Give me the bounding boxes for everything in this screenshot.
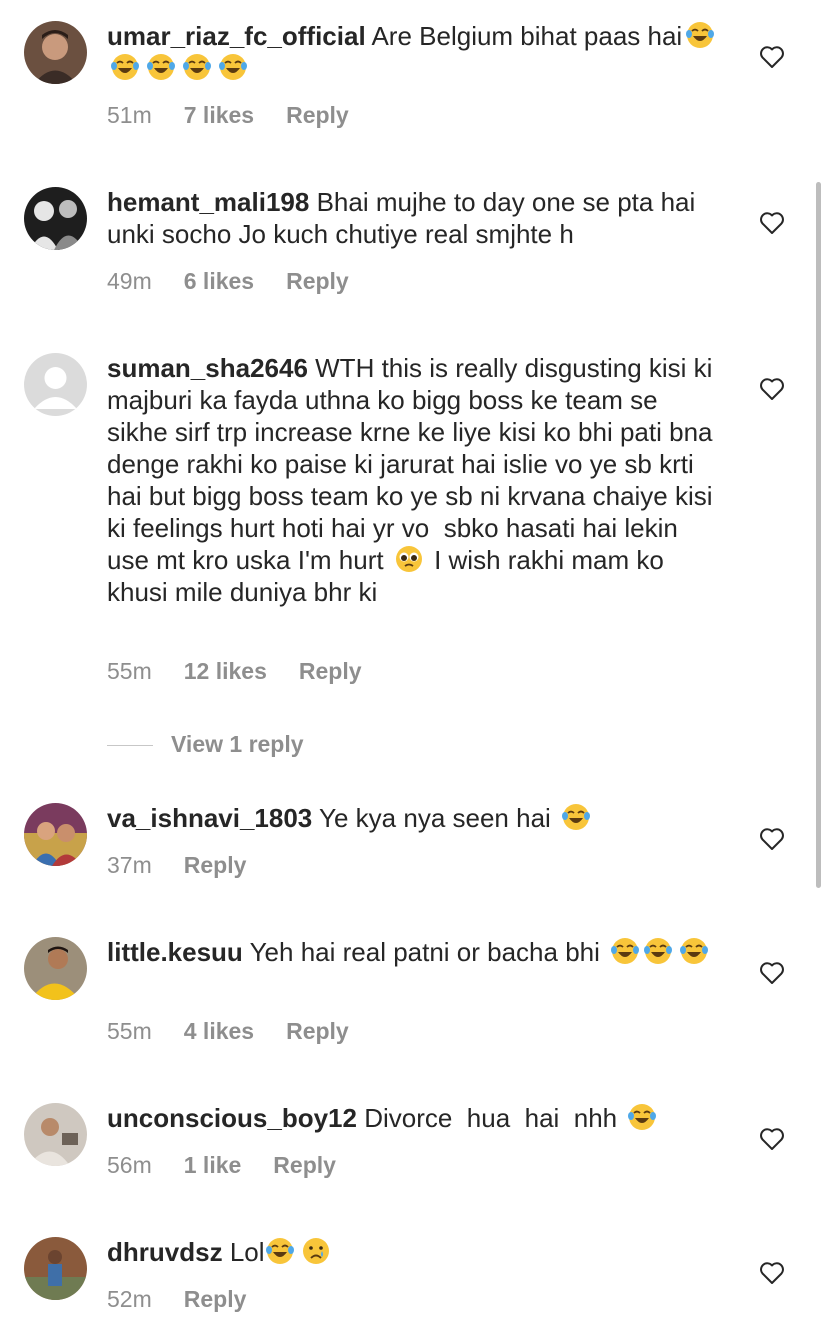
laughing-tears-emoji-icon: [679, 936, 709, 966]
laughing-tears-emoji-icon: [610, 936, 640, 966]
comment-username[interactable]: hemant_mali198: [107, 187, 309, 217]
comment-time: 49m: [107, 268, 152, 294]
like-heart-icon[interactable]: [759, 377, 785, 401]
comment-text: unconscious_boy12 Divorce hua hai nhh: [107, 1102, 719, 1134]
avatar[interactable]: [24, 187, 87, 250]
comment-time: 52m: [107, 1286, 152, 1312]
comment-username[interactable]: suman_sha2646: [107, 353, 308, 383]
like-heart-icon[interactable]: [759, 1127, 785, 1151]
reply-button[interactable]: Reply: [286, 102, 349, 128]
likes-count[interactable]: 4 likes: [184, 1018, 254, 1044]
laughing-tears-emoji-icon: [146, 52, 176, 82]
comment-time: 55m: [107, 1018, 152, 1044]
view-replies-label: View 1 reply: [171, 731, 304, 757]
laughing-tears-emoji-icon: [627, 1102, 657, 1132]
comment-meta: 37m Reply: [107, 850, 278, 880]
laughing-tears-emoji-icon: [685, 20, 715, 50]
reply-button[interactable]: Reply: [286, 268, 349, 294]
comment-time: 51m: [107, 102, 152, 128]
view-replies-button[interactable]: View 1 reply: [107, 728, 304, 760]
laughing-tears-emoji-icon: [561, 802, 591, 832]
comment-text: suman_sha2646 WTH this is really disgust…: [107, 352, 719, 608]
avatar[interactable]: [24, 353, 87, 416]
comment-username[interactable]: unconscious_boy12: [107, 1103, 357, 1133]
comment-body: Divorce hua hai nhh: [364, 1103, 618, 1133]
comment-time: 55m: [107, 658, 152, 684]
avatar[interactable]: [24, 21, 87, 84]
reply-button[interactable]: Reply: [273, 1152, 336, 1178]
like-heart-icon[interactable]: [759, 45, 785, 69]
comment-body: Lol: [229, 1237, 265, 1267]
comment-text: hemant_mali198 Bhai mujhe to day one se …: [107, 186, 719, 250]
laughing-tears-emoji-icon: [182, 52, 212, 82]
laughing-tears-emoji-icon: [110, 52, 140, 82]
like-heart-icon[interactable]: [759, 827, 785, 851]
likes-count[interactable]: 7 likes: [184, 102, 254, 128]
comment-meta: 51m 7 likes Reply: [107, 100, 381, 130]
comment-text: dhruvdsz Lol: [107, 1236, 719, 1268]
reply-button[interactable]: Reply: [184, 1286, 247, 1312]
comment-meta: 56m 1 like Reply: [107, 1150, 368, 1180]
view-replies-divider: [107, 745, 153, 747]
like-heart-icon[interactable]: [759, 961, 785, 985]
laughing-tears-emoji-icon: [265, 1236, 295, 1266]
reply-button[interactable]: Reply: [184, 852, 247, 878]
comment-text: little.kesuu Yeh hai real patni or bacha…: [107, 936, 719, 968]
comment-username[interactable]: umar_riaz_fc_official: [107, 21, 366, 51]
comment-text: umar_riaz_fc_official Are Belgium bihat …: [107, 20, 719, 84]
comment-body: Yeh hai real patni or bacha bhi: [249, 937, 600, 967]
avatar[interactable]: [24, 937, 87, 1000]
comment-body: WTH this is really disgusting kisi ki ma…: [107, 353, 720, 575]
pleading-face-emoji-icon: [394, 544, 424, 574]
comment-body: Ye kya nya seen hai: [319, 803, 551, 833]
reply-button[interactable]: Reply: [299, 658, 362, 684]
comment-text: va_ishnavi_1803 Ye kya nya seen hai: [107, 802, 719, 834]
comment-time: 56m: [107, 1152, 152, 1178]
avatar[interactable]: [24, 1103, 87, 1166]
laughing-tears-emoji-icon: [218, 52, 248, 82]
comment-time: 37m: [107, 852, 152, 878]
avatar[interactable]: [24, 803, 87, 866]
comment-username[interactable]: dhruvdsz: [107, 1237, 223, 1267]
scrollbar[interactable]: [816, 182, 821, 888]
comment-meta: 52m Reply: [107, 1284, 278, 1314]
likes-count[interactable]: 12 likes: [184, 658, 267, 684]
like-heart-icon[interactable]: [759, 211, 785, 235]
comment-username[interactable]: little.kesuu: [107, 937, 243, 967]
laughing-tears-emoji-icon: [643, 936, 673, 966]
like-heart-icon[interactable]: [759, 1261, 785, 1285]
comment-meta: 49m 6 likes Reply: [107, 266, 381, 296]
comment-meta: 55m 4 likes Reply: [107, 1016, 381, 1046]
comment-username[interactable]: va_ishnavi_1803: [107, 803, 312, 833]
likes-count[interactable]: 6 likes: [184, 268, 254, 294]
comment-body: Are Belgium bihat paas hai: [371, 21, 683, 51]
crying-face-emoji-icon: [301, 1236, 331, 1266]
reply-button[interactable]: Reply: [286, 1018, 349, 1044]
comment-meta: 55m 12 likes Reply: [107, 656, 394, 686]
likes-count[interactable]: 1 like: [184, 1152, 242, 1178]
avatar[interactable]: [24, 1237, 87, 1300]
